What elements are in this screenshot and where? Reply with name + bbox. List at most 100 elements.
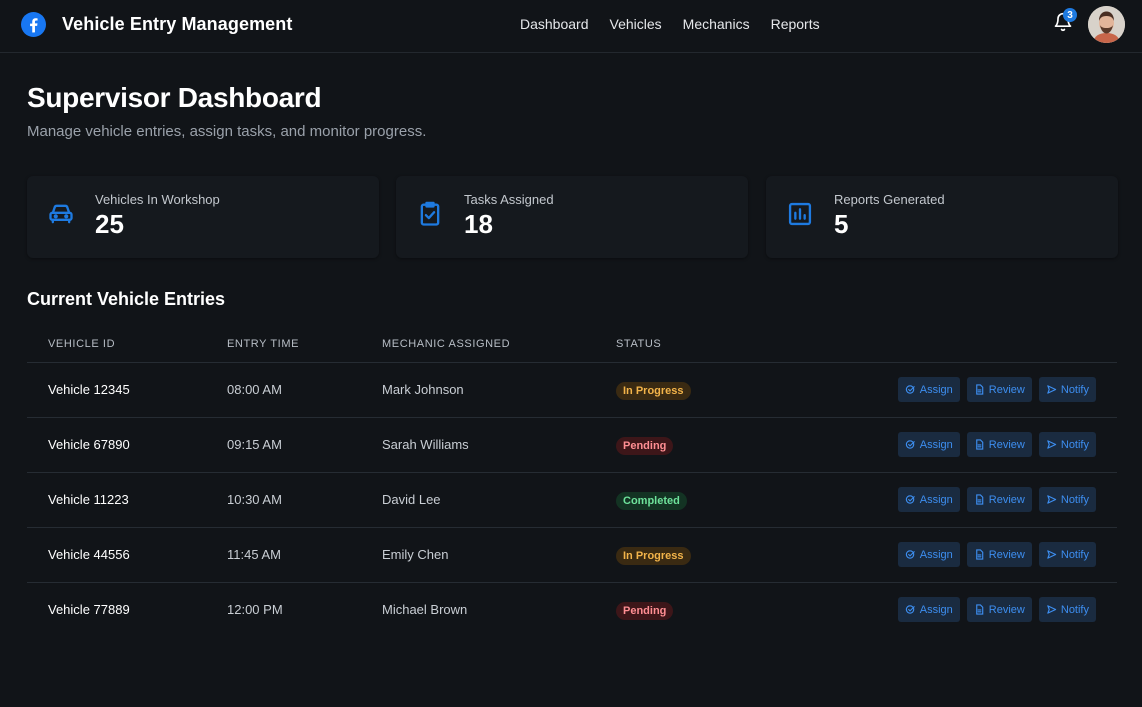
column-header-status[interactable]: STATUS [616, 338, 661, 350]
assign-check-icon [905, 605, 915, 614]
mechanic-name: Emily Chen [382, 547, 449, 562]
send-icon [1047, 550, 1057, 559]
status-badge: Pending [616, 602, 674, 620]
document-icon [975, 604, 984, 615]
app-title: Vehicle Entry Management [62, 14, 293, 34]
review-button[interactable]: Review [966, 597, 1032, 622]
review-label: Review [988, 438, 1025, 451]
user-avatar[interactable] [1088, 6, 1125, 43]
assign-label: Assign [919, 383, 953, 396]
stat-value: 18 [464, 209, 493, 239]
vehicle-id: Vehicle 67890 [48, 437, 130, 452]
status-badge: In Progress [616, 547, 691, 565]
notify-button[interactable]: Notify [1038, 487, 1096, 512]
review-button[interactable]: Review [966, 432, 1032, 457]
stat-card-vehicles: Vehicles In Workshop 25 [27, 176, 379, 258]
nav-mechanics[interactable]: Mechanics [683, 16, 750, 32]
review-button[interactable]: Review [966, 487, 1032, 512]
table-row: Vehicle 77889 12:00 PM Michael Brown Pen… [27, 583, 1117, 638]
row-actions: Assign Review Notify [897, 432, 1096, 457]
notify-button[interactable]: Notify [1038, 432, 1096, 457]
stat-value: 25 [95, 209, 124, 239]
page-subtitle: Manage vehicle entries, assign tasks, an… [27, 123, 427, 140]
review-label: Review [988, 383, 1025, 396]
review-label: Review [988, 603, 1025, 616]
assign-button[interactable]: Assign [897, 487, 960, 512]
review-button[interactable]: Review [966, 377, 1032, 402]
table-row: Vehicle 11223 10:30 AM David Lee Complet… [27, 473, 1117, 528]
document-icon [975, 549, 984, 560]
notify-label: Notify [1060, 383, 1089, 396]
entry-time: 09:15 AM [227, 437, 282, 452]
stat-value: 5 [834, 209, 849, 239]
send-icon [1047, 385, 1057, 394]
mechanic-name: Mark Johnson [382, 382, 464, 397]
notify-label: Notify [1060, 548, 1089, 561]
column-header-mechanic[interactable]: MECHANIC ASSIGNED [382, 338, 510, 350]
assign-check-icon [905, 440, 915, 449]
stat-card-tasks: Tasks Assigned 18 [396, 176, 748, 258]
document-icon [975, 384, 984, 395]
notify-label: Notify [1060, 603, 1089, 616]
vehicle-id: Vehicle 77889 [48, 602, 130, 617]
notify-button[interactable]: Notify [1038, 377, 1096, 402]
assign-button[interactable]: Assign [897, 597, 960, 622]
mechanic-name: David Lee [382, 492, 441, 507]
review-button[interactable]: Review [966, 542, 1032, 567]
notify-button[interactable]: Notify [1038, 597, 1096, 622]
assign-label: Assign [919, 493, 953, 506]
status-badge: Pending [616, 437, 674, 455]
column-header-entry-time[interactable]: ENTRY TIME [227, 338, 299, 350]
table-header: VEHICLE ID ENTRY TIME MECHANIC ASSIGNED … [27, 326, 1117, 363]
table-row: Vehicle 67890 09:15 AM Sarah Williams Pe… [27, 418, 1117, 473]
notify-label: Notify [1060, 438, 1089, 451]
assign-label: Assign [919, 548, 953, 561]
notification-badge: 3 [1063, 8, 1077, 22]
review-label: Review [988, 548, 1025, 561]
assign-label: Assign [919, 438, 953, 451]
entry-time: 08:00 AM [227, 382, 282, 397]
review-label: Review [988, 493, 1025, 506]
document-icon [975, 494, 984, 505]
section-title: Current Vehicle Entries [27, 289, 226, 309]
table-row: Vehicle 12345 08:00 AM Mark Johnson In P… [27, 363, 1117, 418]
assign-button[interactable]: Assign [897, 432, 960, 457]
table-row: Vehicle 44556 11:45 AM Emily Chen In Pro… [27, 528, 1117, 583]
page-title: Supervisor Dashboard [27, 82, 322, 113]
entry-time: 11:45 AM [227, 547, 281, 562]
stat-card-reports: Reports Generated 5 [766, 176, 1118, 258]
stat-label: Tasks Assigned [464, 192, 554, 207]
entry-time: 12:00 PM [227, 602, 283, 617]
assign-check-icon [905, 550, 915, 559]
top-navbar: Vehicle Entry Management Dashboard Vehic… [0, 0, 1142, 53]
brand[interactable]: Vehicle Entry Management [21, 12, 292, 37]
car-icon [49, 204, 73, 224]
status-badge: Completed [616, 492, 687, 510]
nav-dashboard[interactable]: Dashboard [520, 16, 589, 32]
stat-label: Vehicles In Workshop [95, 192, 220, 207]
nav-vehicles[interactable]: Vehicles [610, 16, 662, 32]
assign-button[interactable]: Assign [897, 542, 960, 567]
facebook-logo-icon [21, 12, 46, 37]
main-nav: Dashboard Vehicles Mechanics Reports [520, 16, 820, 32]
entry-time: 10:30 AM [227, 492, 282, 507]
vehicle-id: Vehicle 11223 [48, 492, 129, 507]
stat-label: Reports Generated [834, 192, 945, 207]
notify-label: Notify [1060, 493, 1089, 506]
bar-chart-icon [788, 202, 812, 226]
avatar-image-icon [1088, 6, 1125, 43]
send-icon [1047, 440, 1057, 449]
nav-reports[interactable]: Reports [771, 16, 820, 32]
assign-label: Assign [919, 603, 953, 616]
assign-button[interactable]: Assign [897, 377, 960, 402]
notify-button[interactable]: Notify [1038, 542, 1096, 567]
assign-check-icon [905, 495, 915, 504]
column-header-vehicle-id[interactable]: VEHICLE ID [48, 338, 115, 350]
row-actions: Assign Review Notify [897, 542, 1096, 567]
mechanic-name: Sarah Williams [382, 437, 469, 452]
status-badge: In Progress [616, 382, 691, 400]
vehicle-id: Vehicle 12345 [48, 382, 130, 397]
send-icon [1047, 495, 1057, 504]
task-check-icon [420, 201, 440, 226]
assign-check-icon [905, 385, 915, 394]
